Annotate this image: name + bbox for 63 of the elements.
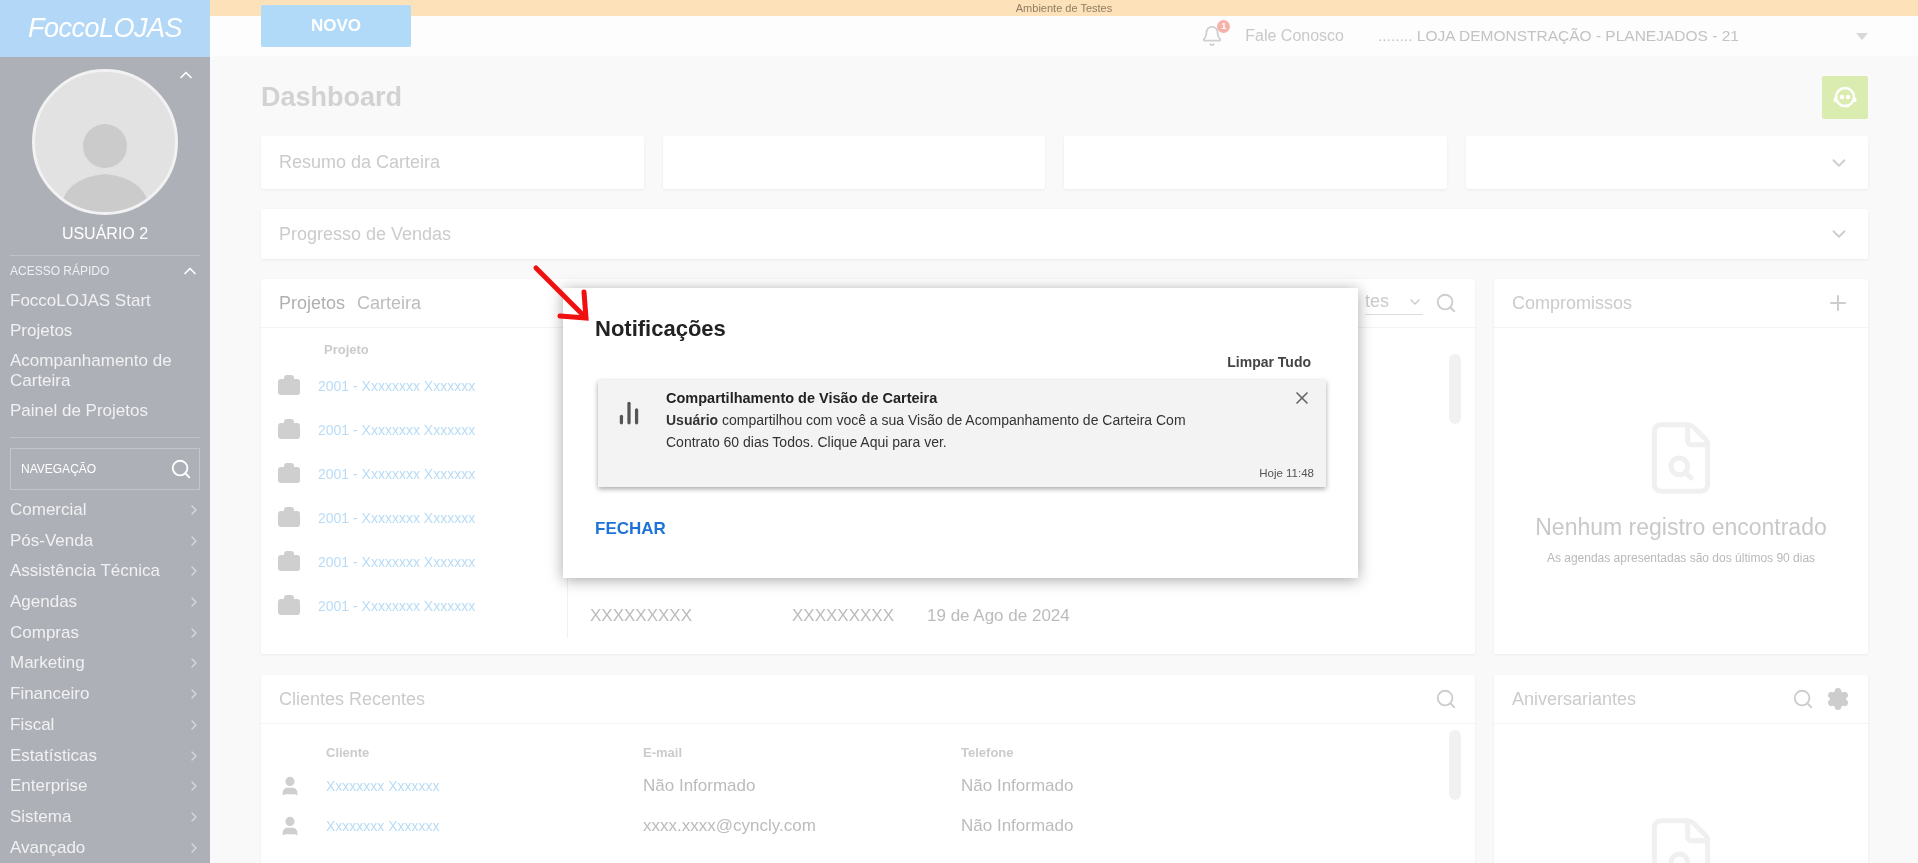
menu-item[interactable]: Avançado — [0, 832, 210, 863]
menu-item[interactable]: Enterprise — [0, 770, 210, 802]
close-button[interactable]: FECHAR — [595, 519, 666, 539]
notification-message: Usuário compartilhou com você a sua Visão de Acompanhamento de Carteira Com Contrato 60 dias Todos. Clique Aqui para ver. — [666, 411, 1187, 452]
project-link[interactable]: 2001 - Xxxxxxxx Xxxxxxx — [318, 598, 476, 614]
briefcase-icon — [277, 374, 301, 398]
notification-card[interactable]: Compartilhamento de Visão de Carteira Usuário compartilhou com você a sua Visão de Acompanhamento de Carteira Com Contrato 60 dias Todos. Clique Aqui para ver. Hoje 11:48 — [598, 380, 1326, 487]
notification-title: Compartilhamento de Visão de Carteira — [666, 390, 939, 406]
support-agent-button[interactable] — [1822, 75, 1868, 119]
menu-item[interactable]: Assistência Técnica — [0, 555, 210, 587]
app-logo: FoccoLOJAS — [0, 0, 210, 57]
search-icon[interactable] — [1792, 688, 1814, 710]
store-selector[interactable]: ........ LOJA DEMONSTRAÇÃO - PLANEJADOS - 21 — [1378, 27, 1868, 45]
new-button[interactable]: NOVO — [261, 5, 411, 47]
table-cell-text: XXXXXXXXX — [590, 606, 694, 626]
table-cell-text: Não Informado — [643, 776, 757, 796]
notification-time: Hoje 11:48 — [1259, 467, 1314, 479]
settings-icon[interactable] — [1826, 687, 1850, 711]
project-link[interactable]: 2001 - Xxxxxxxx Xxxxxxx — [318, 510, 476, 526]
panel-tab[interactable]: Projetos — [279, 292, 346, 314]
project-link[interactable]: 2001 - Xxxxxxxx Xxxxxxx — [318, 422, 476, 438]
briefcase-icon — [277, 594, 301, 618]
client-link[interactable]: Xxxxxxxx Xxxxxxx — [326, 778, 643, 794]
quick-link[interactable]: FoccoLOJAS Start — [0, 291, 210, 312]
notification-badge: 1 — [1217, 20, 1231, 33]
briefcase-icon — [277, 418, 301, 442]
menu-item[interactable]: Comercial — [0, 494, 210, 526]
project-link[interactable]: 2001 - Xxxxxxxx Xxxxxxx — [318, 554, 476, 570]
search-icon[interactable] — [1435, 688, 1457, 710]
caret-icon — [1856, 32, 1868, 40]
quick-link[interactable]: Acompanhamento de Carteira — [0, 351, 210, 392]
project-link[interactable]: 2001 - Xxxxxxxx Xxxxxxx — [318, 378, 476, 394]
search-icon[interactable] — [170, 458, 192, 481]
menu-item[interactable]: Compras — [0, 617, 210, 648]
quick-link[interactable]: Projetos — [0, 321, 210, 342]
bell-icon[interactable] — [1201, 25, 1224, 47]
table-cell-text: Não Informado — [961, 776, 1075, 796]
quick-link[interactable]: Painel de Projetos — [0, 401, 210, 422]
menu-item[interactable]: Financeiro — [0, 678, 210, 710]
user-name: USUÁRIO 2 — [60, 224, 150, 243]
menu-item[interactable]: Agendas — [0, 586, 210, 618]
menu-item[interactable]: Estatísticas — [0, 740, 210, 771]
navigation-search-field[interactable]: NAVEGAÇÃO — [10, 448, 200, 491]
briefcase-icon — [277, 462, 301, 486]
panel-tab[interactable]: Carteira — [357, 292, 422, 314]
table-cell-text: 19 de Ago de 2024 — [927, 606, 1071, 626]
section-label: ACESSO RÁPIDO — [10, 264, 110, 279]
menu-item[interactable]: Fiscal — [0, 709, 210, 741]
briefcase-icon — [277, 506, 301, 530]
dialog-title: Notificações — [595, 316, 727, 342]
search-icon[interactable] — [1435, 292, 1457, 314]
briefcase-icon — [277, 550, 301, 574]
empty-subtitle: As agendas apresentadas são dos últimos 90 dias — [1546, 551, 1816, 565]
table-cell-text: Não Informado — [961, 816, 1075, 836]
table-cell-text: XXXXXXXXX — [792, 606, 896, 626]
environment-banner: Ambiente de Testes — [210, 0, 1918, 16]
menu-item[interactable]: Marketing — [0, 648, 210, 679]
client-link[interactable]: Xxxxxxxx Xxxxxxx — [326, 818, 643, 834]
table-cell-text: xxxx.xxxx@cyncly.com — [643, 816, 817, 836]
menu-item[interactable]: Sistema — [0, 801, 210, 833]
project-link[interactable]: 2001 - Xxxxxxxx Xxxxxxx — [318, 466, 476, 482]
clear-all-button[interactable]: Limpar Tudo — [1227, 354, 1326, 370]
menu-item[interactable]: Pós-Venda — [0, 525, 210, 556]
